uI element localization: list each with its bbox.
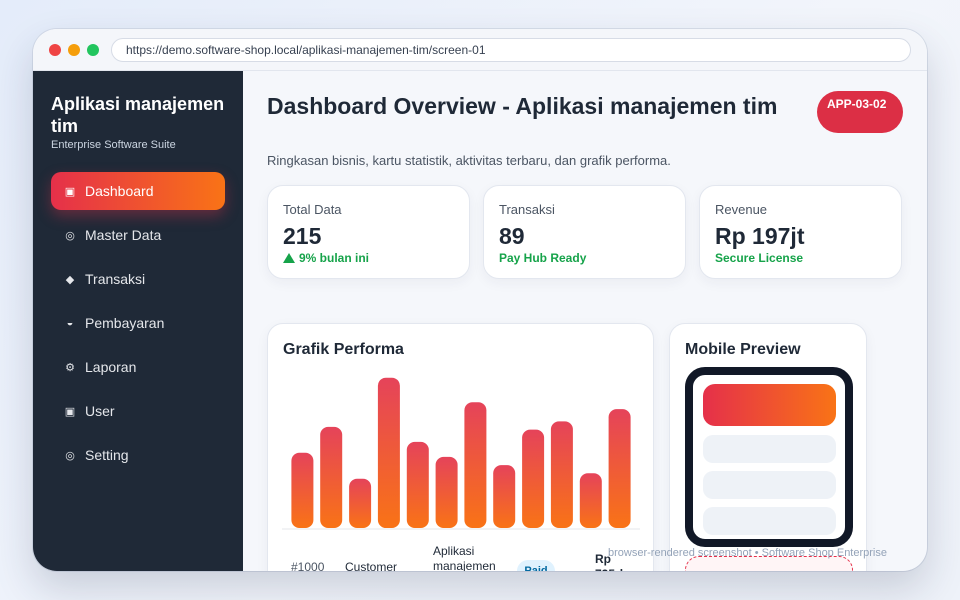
mobile-preview-card: Mobile Preview Checkout dinamis: 1 layan… (669, 323, 867, 571)
transaction-id: #1000 (291, 560, 325, 571)
sidebar-item-label: Master Data (85, 227, 162, 243)
sidebar-item-label: Setting (85, 447, 129, 463)
stat-label: Transaksi (499, 202, 555, 217)
sidebar-item-label: Dashboard (85, 183, 154, 199)
sidebar-item-setting[interactable]: ◎ Setting (51, 436, 225, 474)
page-title: Dashboard Overview - Aplikasi manajemen … (267, 93, 778, 119)
transaction-row[interactable]: #1000 Customer Aplikasi manajemen tim Pa… (282, 530, 640, 571)
stat-card-revenue: Revenue Rp 197jt Secure License (699, 185, 902, 279)
maximize-window-button[interactable] (87, 44, 99, 56)
stat-note: 9% bulan ini (283, 251, 369, 265)
sidebar-nav: ▣ Dashboard ◎ Master Data ◆ Transaksi ◒ … (51, 172, 225, 480)
app-code-badge: APP-03-02 (817, 91, 903, 133)
transaction-customer: Customer (345, 560, 398, 571)
stat-value: 215 (283, 223, 322, 249)
chart-bar-12 (608, 409, 631, 528)
address-bar[interactable]: https://demo.software-shop.local/aplikas… (111, 38, 911, 62)
brand-subtitle: Enterprise Software Suite (51, 139, 176, 151)
chart-bar-1 (291, 452, 314, 528)
transaction-product: Aplikasi manajemen tim (433, 544, 496, 571)
chart-bar-2 (320, 426, 343, 528)
chart-title: Grafik Performa (283, 341, 404, 358)
sidebar: Aplikasi manajemen tim Enterprise Softwa… (33, 71, 243, 571)
chart-bar-11 (579, 473, 602, 528)
sidebar-item-label: Transaksi (85, 271, 146, 287)
chart-bar-5 (406, 441, 429, 528)
mobile-preview-title: Mobile Preview (685, 341, 801, 358)
chart-bar-10 (550, 421, 573, 528)
chart-bar-4 (377, 377, 400, 528)
stat-note: Pay Hub Ready (499, 251, 587, 265)
stat-card-transaksi: Transaksi 89 Pay Hub Ready (483, 185, 686, 279)
stat-value: Rp 197jt (715, 223, 805, 249)
sidebar-item-user[interactable]: ▣ User (51, 392, 225, 430)
main-content: Dashboard Overview - Aplikasi manajemen … (243, 71, 927, 571)
sidebar-item-label: Laporan (85, 359, 137, 375)
stat-label: Total Data (283, 202, 342, 217)
chart-bar-9 (522, 429, 545, 528)
stat-note: Secure License (715, 251, 804, 265)
pembayaran-icon: ◒ (66, 317, 74, 329)
chart-bar-8 (493, 465, 516, 528)
master-data-icon: ◎ (65, 229, 75, 242)
stat-card-total-data: Total Data 215 9% bulan ini (267, 185, 470, 279)
sidebar-item-pembayaran[interactable]: ◒ Pembayaran (51, 304, 225, 342)
browser-window: https://demo.software-shop.local/aplikas… (33, 29, 927, 571)
chart-bar-3 (349, 478, 372, 528)
brand-title: Aplikasi manajemen tim (51, 94, 225, 136)
sidebar-item-master-data[interactable]: ◎ Master Data (51, 216, 225, 254)
trend-up-icon (283, 253, 295, 263)
transaksi-icon: ◆ (65, 273, 75, 286)
chart-bar-6 (435, 456, 458, 528)
sidebar-item-laporan[interactable]: ⚙ Laporan (51, 348, 225, 386)
stat-value: 89 (499, 223, 525, 249)
phone-list-row (703, 435, 836, 463)
laporan-icon: ⚙ (65, 361, 75, 374)
stat-label: Revenue (715, 202, 768, 217)
status-badge: Paid (517, 560, 555, 571)
sidebar-item-label: User (85, 403, 115, 419)
setting-icon: ◎ (65, 449, 75, 462)
phone-list-row (703, 507, 836, 535)
page-subtitle: Ringkasan bisnis, kartu statistik, aktiv… (267, 153, 671, 168)
chart-bar-7 (464, 402, 487, 528)
phone-hero-banner (703, 384, 836, 426)
dashboard-icon: ▣ (64, 185, 76, 198)
sidebar-item-label: Pembayaran (85, 315, 165, 331)
close-window-button[interactable] (49, 44, 61, 56)
phone-mockup (685, 367, 853, 547)
sidebar-item-transaksi[interactable]: ◆ Transaksi (51, 260, 225, 298)
browser-titlebar: https://demo.software-shop.local/aplikas… (33, 29, 927, 71)
stat-note-text: 9% bulan ini (299, 251, 370, 265)
user-icon: ▣ (64, 405, 76, 418)
minimize-window-button[interactable] (68, 44, 80, 56)
sidebar-item-dashboard[interactable]: ▣ Dashboard (51, 172, 225, 210)
footer-caption: browser-rendered screenshot • Software S… (608, 547, 887, 559)
performance-bar-chart (282, 377, 640, 530)
phone-list-row (703, 471, 836, 499)
performance-chart-card: Grafik Performa #1000 Customer Aplikasi … (267, 323, 654, 571)
